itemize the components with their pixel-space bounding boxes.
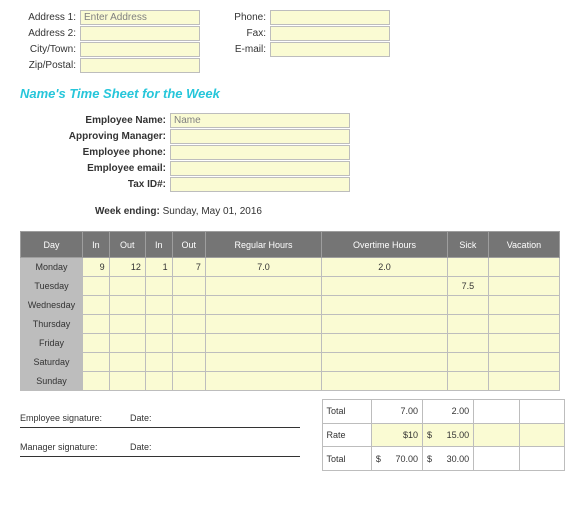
day-thu: Thursday	[21, 315, 83, 334]
emp-name-label: Employee Name:	[20, 115, 170, 126]
header-out1: Out	[109, 232, 145, 258]
header-sick: Sick	[447, 232, 488, 258]
day-fri: Friday	[21, 334, 83, 353]
emp-taxid-label: Tax ID#:	[20, 179, 170, 190]
grand-total-label: Total	[322, 447, 371, 471]
employee-section: Employee Name: Name Approving Manager: E…	[20, 113, 565, 192]
mon-reg[interactable]: 7.0	[205, 258, 321, 277]
emp-name-input[interactable]: Name	[170, 113, 350, 128]
week-ending: Week ending: Sunday, May 01, 2016	[95, 206, 565, 217]
header-in1: In	[83, 232, 110, 258]
day-sun: Sunday	[21, 372, 83, 391]
mon-sick[interactable]	[447, 258, 488, 277]
address1-label: Address 1:	[20, 12, 80, 23]
row-tuesday: Tuesday 7.5	[21, 277, 560, 296]
row-sunday: Sunday	[21, 372, 560, 391]
tue-ot[interactable]	[322, 277, 448, 296]
rate-sick[interactable]	[474, 423, 519, 447]
mgr-sig-date-label: Date:	[130, 442, 170, 452]
row-saturday: Saturday	[21, 353, 560, 372]
emp-manager-label: Approving Manager:	[20, 131, 170, 142]
address2-label: Address 2:	[20, 28, 80, 39]
phone-input[interactable]	[270, 10, 390, 25]
total-ot: 2.00	[423, 400, 474, 424]
day-wed: Wednesday	[21, 296, 83, 315]
row-friday: Friday	[21, 334, 560, 353]
total-label: Total	[322, 400, 371, 424]
tue-in1[interactable]	[83, 277, 110, 296]
header-overtime: Overtime Hours	[322, 232, 448, 258]
page-title: Name's Time Sheet for the Week	[20, 86, 565, 101]
rate-label: Rate	[322, 423, 371, 447]
emp-sig-label: Employee signature:	[20, 413, 130, 423]
summary-table: Total 7.00 2.00 Rate $10 $15.00 Total $7…	[322, 399, 565, 471]
email-label: E-mail:	[230, 44, 270, 55]
mgr-sig-label: Manager signature:	[20, 442, 130, 452]
week-ending-value: Sunday, May 01, 2016	[163, 206, 262, 217]
mon-ot[interactable]: 2.0	[322, 258, 448, 277]
grand-ot: $30.00	[423, 447, 474, 471]
header-day: Day	[21, 232, 83, 258]
table-header-row: Day In Out In Out Regular Hours Overtime…	[21, 232, 560, 258]
tue-out2[interactable]	[172, 277, 205, 296]
timesheet-table: Day In Out In Out Regular Hours Overtime…	[20, 231, 560, 391]
fax-label: Fax:	[230, 28, 270, 39]
total-reg: 7.00	[371, 400, 422, 424]
total-vac	[519, 400, 564, 424]
fax-input[interactable]	[270, 26, 390, 41]
row-wednesday: Wednesday	[21, 296, 560, 315]
contact-block: Address 1: Enter Address Address 2: City…	[20, 10, 565, 74]
header-regular: Regular Hours	[205, 232, 321, 258]
emp-sig-date-label: Date:	[130, 413, 170, 423]
header-vacation: Vacation	[488, 232, 559, 258]
grand-vac	[519, 447, 564, 471]
emp-phone-input[interactable]	[170, 145, 350, 160]
email-input[interactable]	[270, 42, 390, 57]
rate-vac[interactable]	[519, 423, 564, 447]
total-sick	[474, 400, 519, 424]
tue-vac[interactable]	[488, 277, 559, 296]
day-mon: Monday	[21, 258, 83, 277]
tue-reg[interactable]	[205, 277, 321, 296]
tue-out1[interactable]	[109, 277, 145, 296]
rate-ot[interactable]: $15.00	[423, 423, 474, 447]
row-monday: Monday 9 12 1 7 7.0 2.0	[21, 258, 560, 277]
header-out2: Out	[172, 232, 205, 258]
mgr-sig-line	[20, 456, 300, 457]
mon-out1[interactable]: 12	[109, 258, 145, 277]
city-input[interactable]	[80, 42, 200, 57]
header-in2: In	[145, 232, 172, 258]
grand-reg: $70.00	[371, 447, 422, 471]
emp-taxid-input[interactable]	[170, 177, 350, 192]
address2-input[interactable]	[80, 26, 200, 41]
emp-email-label: Employee email:	[20, 163, 170, 174]
zip-label: Zip/Postal:	[20, 60, 80, 71]
emp-manager-input[interactable]	[170, 129, 350, 144]
tue-sick[interactable]: 7.5	[447, 277, 488, 296]
emp-phone-label: Employee phone:	[20, 147, 170, 158]
zip-input[interactable]	[80, 58, 200, 73]
rate-reg[interactable]: $10	[371, 423, 422, 447]
city-label: City/Town:	[20, 44, 80, 55]
tue-in2[interactable]	[145, 277, 172, 296]
address1-input[interactable]: Enter Address	[80, 10, 200, 25]
day-tue: Tuesday	[21, 277, 83, 296]
mon-in1[interactable]: 9	[83, 258, 110, 277]
day-sat: Saturday	[21, 353, 83, 372]
phone-label: Phone:	[230, 12, 270, 23]
signature-block: Employee signature: Date: Manager signat…	[20, 399, 322, 471]
mon-vac[interactable]	[488, 258, 559, 277]
grand-sick	[474, 447, 519, 471]
emp-sig-line	[20, 427, 300, 428]
mon-out2[interactable]: 7	[172, 258, 205, 277]
week-ending-label: Week ending:	[95, 206, 160, 217]
row-thursday: Thursday	[21, 315, 560, 334]
mon-in2[interactable]: 1	[145, 258, 172, 277]
emp-email-input[interactable]	[170, 161, 350, 176]
